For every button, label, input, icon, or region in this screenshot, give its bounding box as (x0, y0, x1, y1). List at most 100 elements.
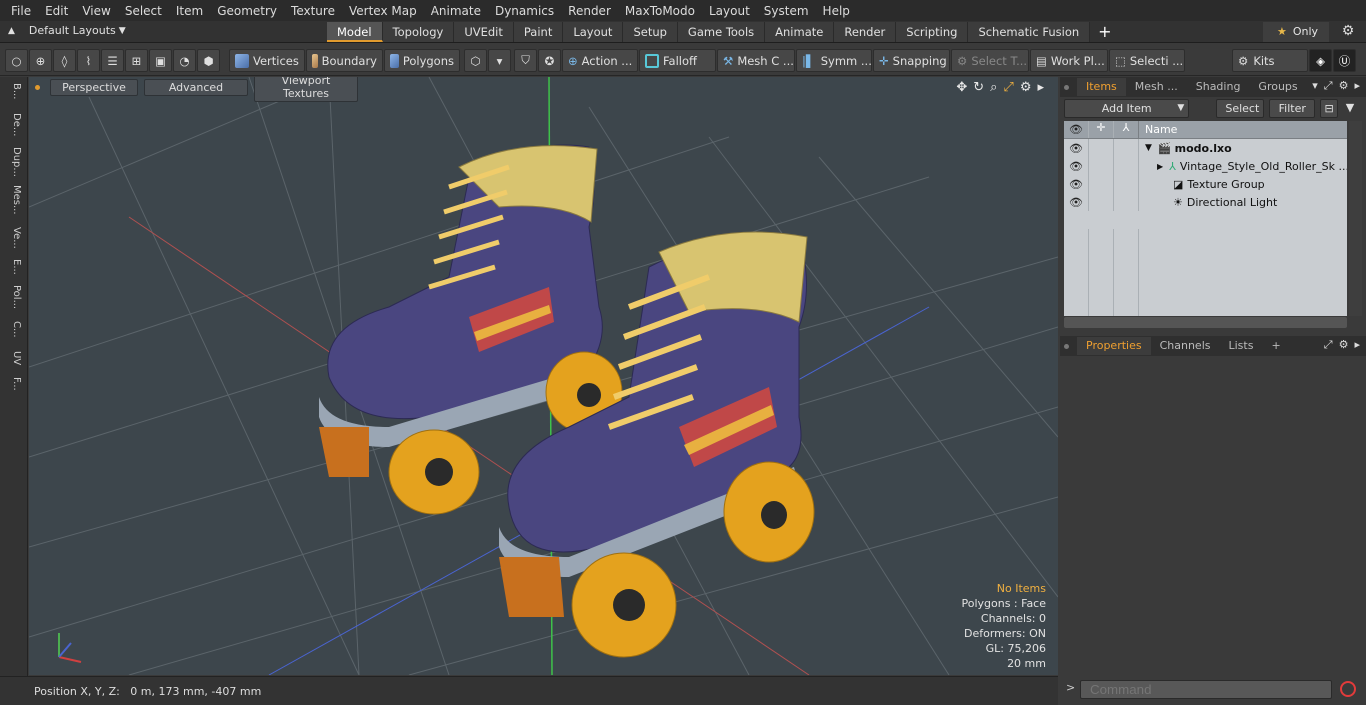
add-tab-icon[interactable]: + (1090, 22, 1119, 42)
command-input[interactable] (1080, 680, 1332, 699)
tab-uvedit[interactable]: UVEdit (454, 22, 514, 42)
symmetry-button[interactable]: |▌ Symm ... (796, 49, 872, 72)
left-tab-mesh-edit[interactable]: Mes... (4, 185, 22, 215)
pop-out-icon[interactable]: ⤢ (1324, 79, 1333, 93)
tree-row[interactable]: 👁 ▼ 🎬 modo.lxo (1064, 139, 1347, 157)
menu-texture[interactable]: Texture (284, 4, 342, 18)
only-button[interactable]: ★ Only (1263, 22, 1329, 42)
left-tab-basic[interactable]: B... (4, 83, 22, 99)
snapping-button[interactable]: ✛ Snapping (873, 49, 950, 72)
pop-out-icon[interactable]: ⤢ (1324, 338, 1333, 352)
tree-row[interactable]: 👁 ☀ Directional Light (1064, 193, 1347, 211)
eye-icon[interactable]: 👁 (1064, 160, 1088, 173)
menu-edit[interactable]: Edit (38, 4, 75, 18)
polygons-button[interactable]: Polygons (384, 49, 460, 72)
add-item-button[interactable]: Add Item ▼ (1064, 99, 1190, 118)
work-plane-button[interactable]: ▤ Work Pl... (1030, 49, 1108, 72)
tab-schematic-fusion[interactable]: Schematic Fusion (968, 22, 1091, 42)
zoom-icon[interactable]: ⌕ (990, 80, 997, 95)
funnel-icon[interactable]: ▼ (1343, 99, 1357, 118)
boundary-button[interactable]: Boundary (306, 49, 383, 72)
kits-button[interactable]: ⚙ Kits (1232, 49, 1308, 72)
select-button[interactable]: Select (1216, 99, 1265, 118)
mesh-constraints-button[interactable]: ⚒ Mesh C ... (717, 49, 795, 72)
collapse-icon[interactable]: ⊟ (1320, 99, 1339, 118)
orbit-icon[interactable]: ↻ (973, 80, 984, 95)
falloff-button[interactable]: Falloff (639, 49, 716, 72)
tab-mesh[interactable]: Mesh ... (1126, 78, 1187, 96)
soccer-icon[interactable]: ✪ (538, 49, 561, 72)
left-tab-polygon[interactable]: Pol... (4, 285, 22, 309)
globe-icon[interactable]: ⊕ (29, 49, 52, 72)
tab-lists[interactable]: Lists (1220, 337, 1263, 355)
gear-icon[interactable]: ⚙ (1338, 23, 1358, 41)
tab-setup[interactable]: Setup (623, 22, 678, 42)
menu-select[interactable]: Select (118, 4, 169, 18)
tab-groups[interactable]: Groups (1249, 78, 1306, 96)
expand-right-icon[interactable]: ▸ (1037, 80, 1044, 95)
unity-icon[interactable]: ◈ (1309, 49, 1332, 72)
record-macro-icon[interactable] (1340, 681, 1356, 697)
menu-file[interactable]: File (4, 4, 38, 18)
panel-dot-icon[interactable] (1064, 84, 1069, 90)
selection-sets-button[interactable]: ⬚ Selecti ... (1109, 49, 1185, 72)
filter-button[interactable]: Filter (1269, 99, 1316, 118)
menu-animate[interactable]: Animate (424, 4, 488, 18)
eye-icon[interactable]: 👁 (1064, 196, 1088, 209)
expand-arrow-icon[interactable]: ▼ (1145, 143, 1152, 153)
item-mode-icon[interactable]: ⬢ (197, 49, 220, 72)
tree-row[interactable]: 👁 ◪ Texture Group (1064, 175, 1347, 193)
menu-render[interactable]: Render (561, 4, 618, 18)
material-mode-icon[interactable]: ⬡ (464, 49, 487, 72)
panel-expand-icon[interactable]: ▸ (1354, 338, 1360, 352)
panel-gear-icon[interactable]: ⚙ (1339, 79, 1349, 93)
panel-gear-icon[interactable]: ⚙ (1339, 338, 1349, 352)
circle-select-icon[interactable]: ○ (5, 49, 28, 72)
3d-viewport[interactable]: Perspective Advanced Viewport Textures ✥… (29, 77, 1058, 675)
frame-icon[interactable]: ▣ (149, 49, 172, 72)
tab-model[interactable]: Model (327, 22, 383, 42)
left-tab-curve[interactable]: C... (4, 321, 22, 338)
menu-maxtomodo[interactable]: MaxToModo (618, 4, 702, 18)
add-panel-tab-icon[interactable]: + (1262, 337, 1289, 355)
tab-layout[interactable]: Layout (563, 22, 624, 42)
tab-render[interactable]: Render (834, 22, 897, 42)
default-layouts-dropdown[interactable]: ▲ Default Layouts ▼ (8, 24, 126, 37)
eye-icon[interactable]: 👁 (1064, 178, 1088, 191)
tab-items[interactable]: Items (1077, 78, 1126, 96)
tab-properties[interactable]: Properties (1077, 337, 1151, 355)
menu-layout[interactable]: Layout (702, 4, 757, 18)
name-column-header[interactable]: Name (1138, 121, 1347, 138)
symmetry-shield-icon[interactable]: ⛉ (514, 49, 537, 72)
left-tab-deform[interactable]: De... (4, 113, 22, 136)
tree-row[interactable]: 👁 ▶ ⅄ Vintage_Style_Old_Roller_Sk ... (1064, 157, 1347, 175)
viewport-menu-dot-icon[interactable] (35, 84, 40, 90)
align-icon[interactable]: ☰ (101, 49, 124, 72)
rotate-icon[interactable]: ◔ (173, 49, 196, 72)
lasso-icon[interactable]: ◊ (53, 49, 76, 72)
pan-icon[interactable]: ✥ (956, 80, 967, 95)
center-icon[interactable]: ⊞ (125, 49, 148, 72)
item-list-hscrollbar[interactable] (1064, 317, 1347, 328)
menu-dynamics[interactable]: Dynamics (488, 4, 561, 18)
left-tab-duplicate[interactable]: Dup... (4, 147, 22, 177)
perspective-button[interactable]: Perspective (50, 78, 138, 96)
collapse-arrow-icon[interactable]: ▶ (1157, 162, 1163, 171)
tab-channels[interactable]: Channels (1151, 337, 1220, 355)
vertices-button[interactable]: Vertices (229, 49, 305, 72)
viewport-settings-icon[interactable]: ⚙ (1020, 80, 1032, 95)
tab-paint[interactable]: Paint (513, 22, 564, 42)
select-through-button[interactable]: ⚙ Select T... (951, 49, 1029, 72)
maximize-icon[interactable]: ⤢ (1003, 80, 1013, 95)
menu-system[interactable]: System (757, 4, 816, 18)
advanced-button[interactable]: Advanced (144, 78, 248, 96)
tab-topology[interactable]: Topology (382, 22, 455, 42)
panel-dot-icon[interactable] (1064, 343, 1069, 349)
panel-expand-icon[interactable]: ▸ (1354, 79, 1360, 93)
menu-geometry[interactable]: Geometry (210, 4, 284, 18)
tab-shading[interactable]: Shading (1187, 78, 1250, 96)
tab-animate[interactable]: Animate (765, 22, 835, 42)
brush-icon[interactable]: ⌇ (77, 49, 100, 72)
left-tab-edge[interactable]: E... (4, 259, 22, 275)
item-list-scrollbar[interactable] (1349, 121, 1362, 316)
